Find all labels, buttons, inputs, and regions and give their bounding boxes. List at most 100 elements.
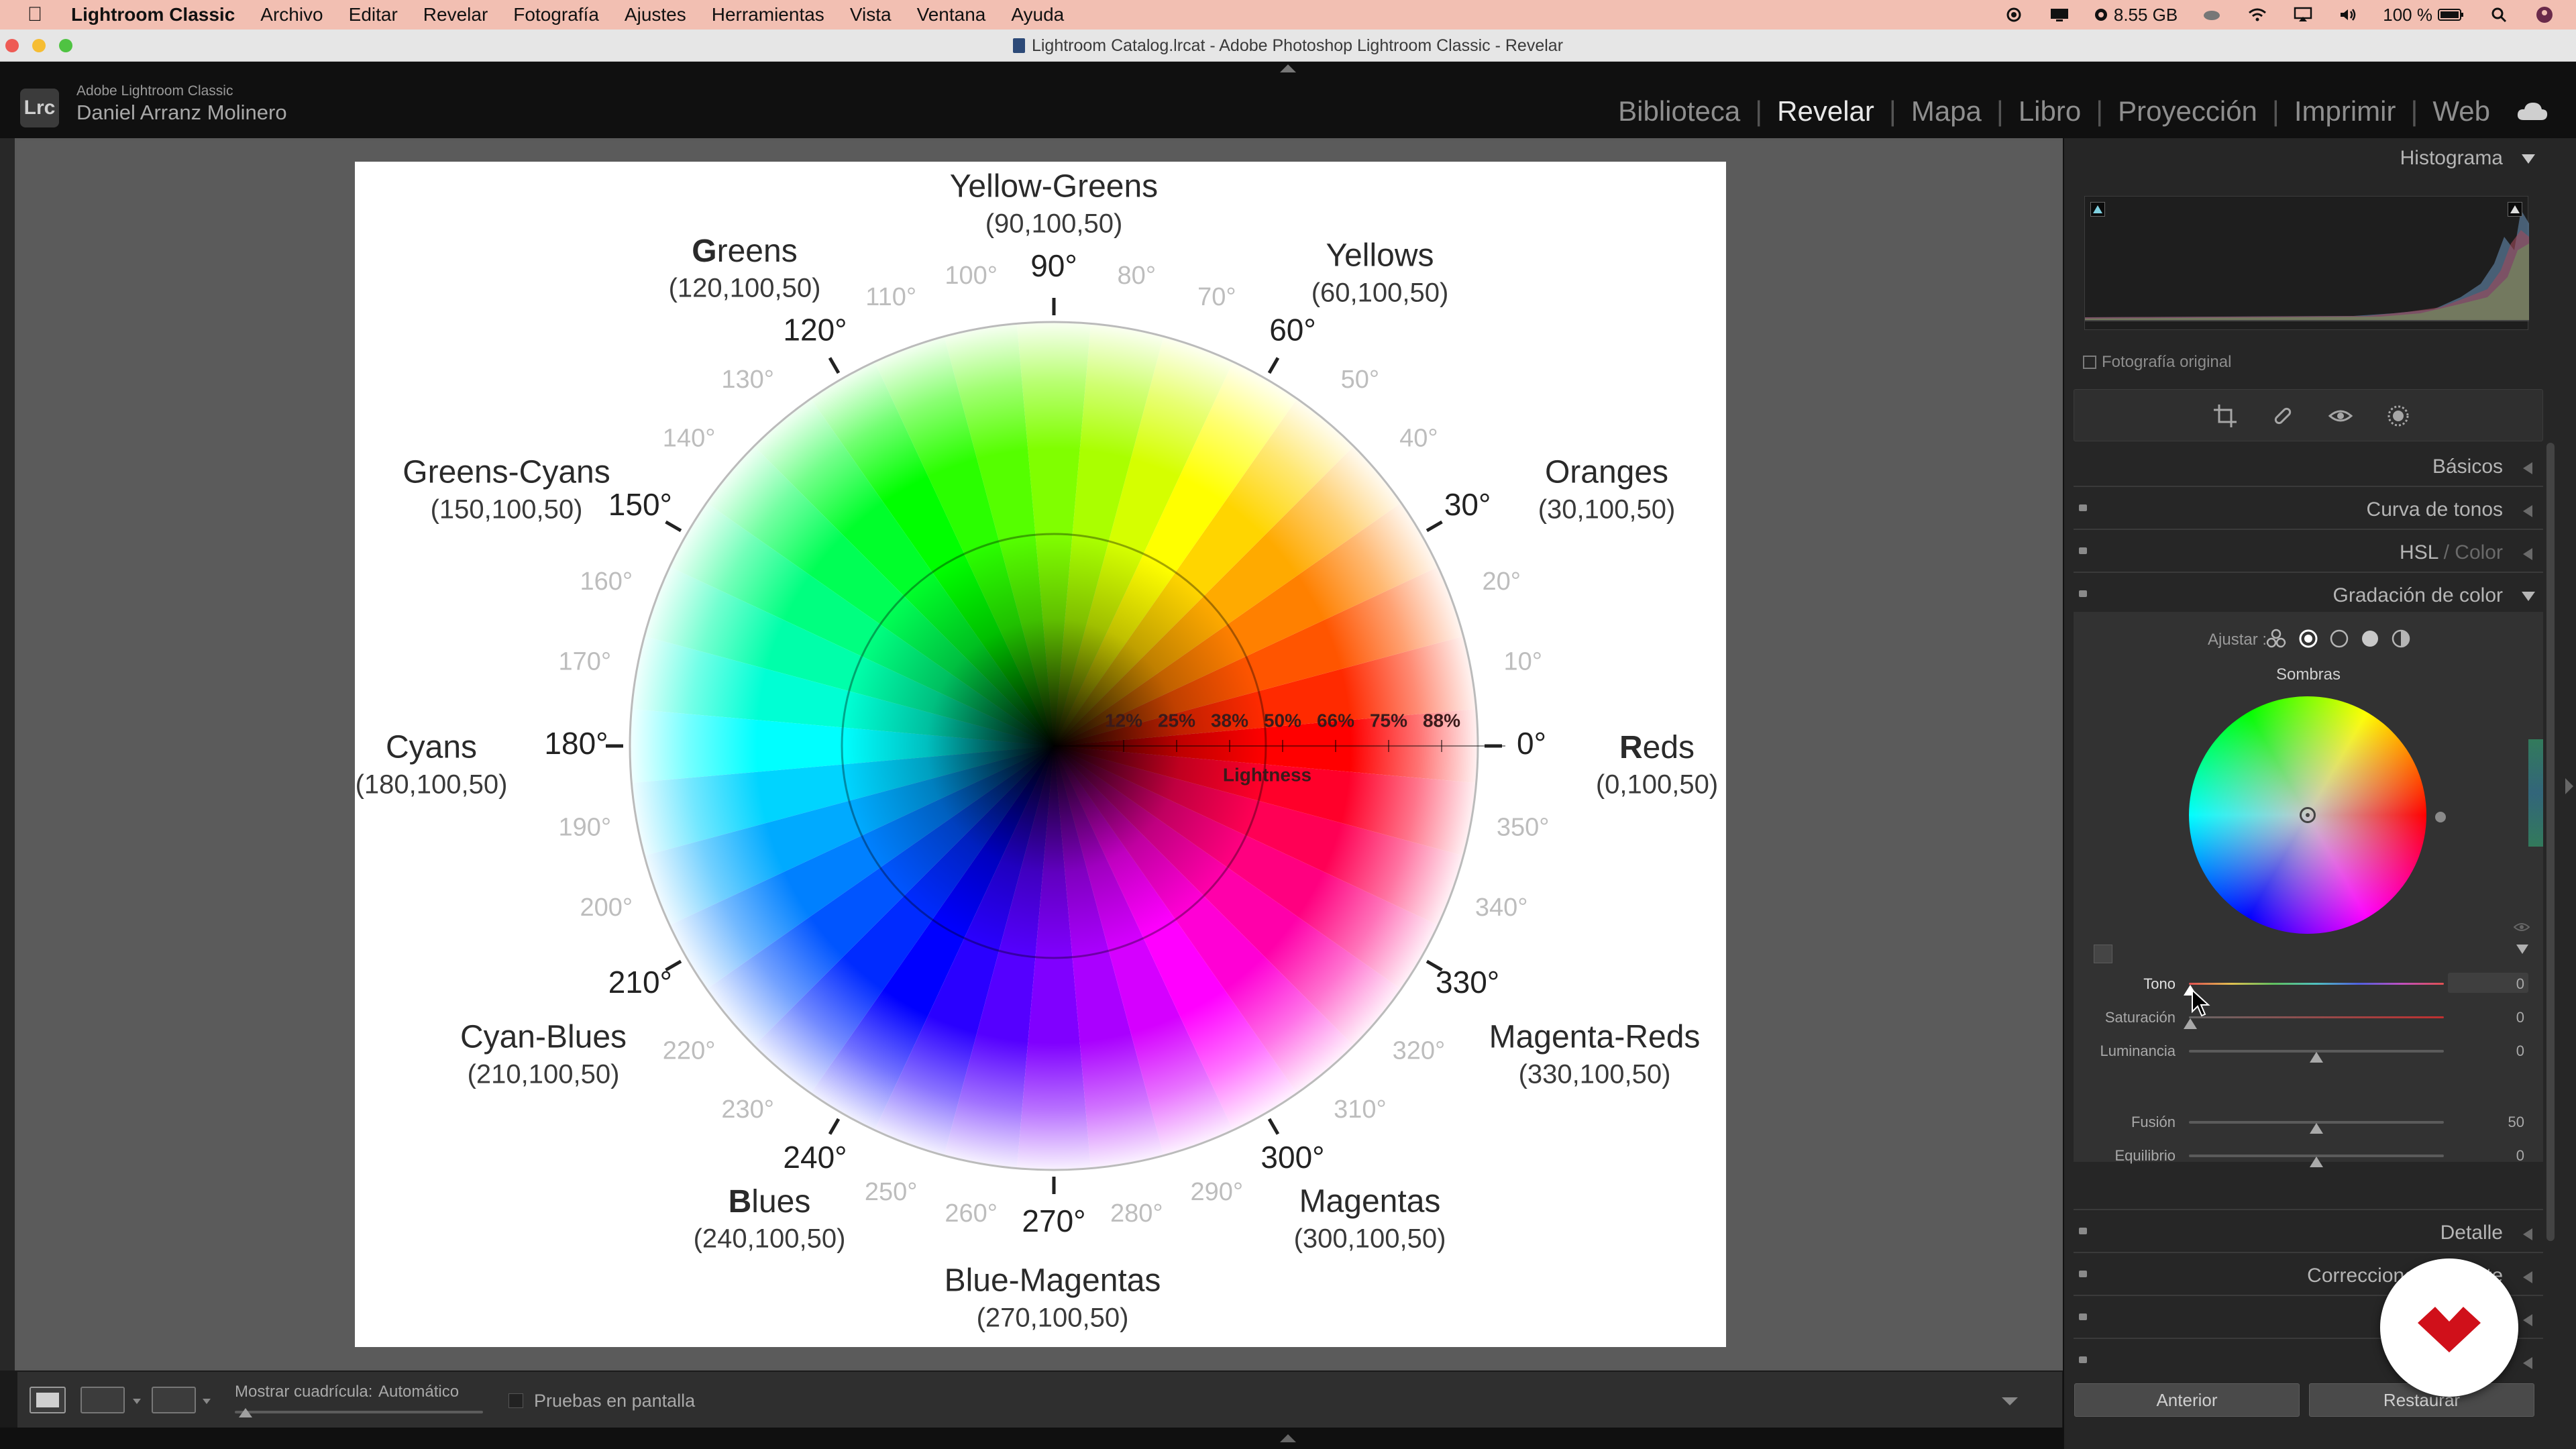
swap-dropdown-icon[interactable]: [203, 1399, 211, 1404]
original-photo-checkbox[interactable]: [2083, 356, 2096, 369]
previous-button[interactable]: Anterior: [2074, 1383, 2300, 1417]
left-panel-collapsed[interactable]: [0, 138, 15, 1371]
wheel-handle[interactable]: [2300, 807, 2316, 823]
major-degree-label: 300°: [1260, 1140, 1324, 1175]
curva-header[interactable]: Curva de tonos: [2074, 490, 2543, 530]
menu-ventana[interactable]: Ventana: [917, 4, 986, 25]
menu-vista[interactable]: Vista: [850, 4, 892, 25]
section-toggle-switch[interactable]: [2079, 1228, 2087, 1234]
hsl-code-label: (120,100,50): [669, 274, 821, 303]
balance-slider-thumb[interactable]: [2310, 1157, 2323, 1167]
airplay-icon[interactable]: [2292, 6, 2314, 23]
histogram[interactable]: [2084, 196, 2529, 330]
expand-filmstrip-icon[interactable]: [1280, 1434, 1296, 1442]
collapse-top-panel-icon[interactable]: [1280, 64, 1296, 72]
module-biblioteca[interactable]: Biblioteca: [1603, 95, 1755, 127]
three-way-icon[interactable]: [2265, 628, 2287, 649]
collapse-right-panel-icon[interactable]: [2565, 778, 2573, 794]
module-web[interactable]: Web: [2418, 95, 2505, 127]
major-tick: [828, 357, 841, 374]
slider-label: Tono: [2143, 975, 2176, 992]
section-toggle-switch[interactable]: [2079, 547, 2087, 554]
toolbar-menu-icon[interactable]: [2002, 1397, 2018, 1405]
shadows-wheel-icon[interactable]: [2298, 628, 2319, 649]
creative-cloud-icon[interactable]: [2002, 6, 2025, 23]
grid-opacity-slider[interactable]: [235, 1411, 483, 1413]
detalle-header[interactable]: Detalle: [2074, 1213, 2543, 1253]
global-wheel-icon[interactable]: [2390, 628, 2412, 649]
section-toggle-switch[interactable]: [2079, 590, 2087, 597]
module-proyeccion[interactable]: Proyección: [2103, 95, 2272, 127]
basicos-header[interactable]: Básicos: [2074, 447, 2543, 487]
wheel-luminance-knob[interactable]: [2435, 812, 2446, 822]
identity-plate[interactable]: Adobe Lightroom Classic Daniel Arranz Mo…: [76, 83, 287, 125]
section-divider: [2074, 1209, 2543, 1210]
menu-revelar[interactable]: Revelar: [423, 4, 488, 25]
blending-slider-thumb[interactable]: [2310, 1123, 2323, 1134]
menu-ajustes[interactable]: Ajustes: [625, 4, 686, 25]
masking-icon[interactable]: [2385, 403, 2411, 429]
menu-fotografia[interactable]: Fotografía: [513, 4, 599, 25]
module-mapa[interactable]: Mapa: [1896, 95, 1996, 127]
red-eye-icon[interactable]: [2328, 403, 2353, 429]
section-toggle-switch[interactable]: [2079, 504, 2087, 511]
soft-proof-checkbox[interactable]: [508, 1393, 523, 1408]
menu-editar[interactable]: Editar: [349, 4, 398, 25]
battery-indicator[interactable]: 100 %: [2383, 5, 2465, 25]
module-libro[interactable]: Libro: [2004, 95, 2096, 127]
apple-icon[interactable]: : [20, 3, 50, 26]
search-icon[interactable]: [2487, 6, 2510, 23]
grid-value[interactable]: Automático: [378, 1383, 459, 1401]
menu-app-name[interactable]: Lightroom Classic: [71, 4, 235, 25]
highlights-wheel-icon[interactable]: [2359, 628, 2381, 649]
menu-herramientas[interactable]: Herramientas: [712, 4, 824, 25]
user-avatar-icon[interactable]: [2533, 6, 2556, 23]
display-icon[interactable]: [2048, 6, 2071, 23]
memory-indicator[interactable]: 8.55 GB: [2094, 5, 2178, 25]
minor-degree-label: 250°: [865, 1178, 918, 1206]
cloud-sync-icon[interactable]: [2200, 6, 2223, 23]
expand-sliders-icon[interactable]: [2516, 945, 2528, 954]
crop-icon[interactable]: [2212, 403, 2238, 429]
module-separator: |: [2096, 95, 2104, 127]
hsl-code-label: (30,100,50): [1538, 495, 1676, 525]
histogram-header[interactable]: Histograma: [2074, 138, 2543, 178]
grid-label: Mostrar cuadrícula:: [235, 1383, 373, 1401]
midtones-wheel-icon[interactable]: [2328, 628, 2350, 649]
before-after-swap-button[interactable]: [152, 1387, 196, 1413]
loupe-view-button[interactable]: [30, 1387, 66, 1413]
module-imprimir[interactable]: Imprimir: [2279, 95, 2411, 127]
menu-archivo[interactable]: Archivo: [260, 4, 323, 25]
section-toggle-switch[interactable]: [2079, 1356, 2087, 1363]
hsl-header[interactable]: HSL / Color: [2074, 533, 2543, 573]
saturation-slider-thumb[interactable]: [2184, 1018, 2197, 1029]
menu-ayuda[interactable]: Ayuda: [1011, 4, 1064, 25]
section-toggle-switch[interactable]: [2079, 1313, 2087, 1320]
color-swatch[interactable]: [2094, 945, 2112, 963]
grid-opacity-thumb[interactable]: [239, 1408, 252, 1417]
photo-canvas[interactable]: 0° 30° 60° 90° 120° 150° 180° 210° 240° 270° 300° 3…: [355, 162, 1726, 1347]
saturation-slider-track[interactable]: [2189, 1016, 2444, 1018]
section-toggle-switch[interactable]: [2079, 1271, 2087, 1277]
shadow-clipping-toggle[interactable]: [2090, 202, 2105, 217]
hue-slider-track[interactable]: [2189, 983, 2444, 985]
minor-degree-label: 290°: [1191, 1178, 1244, 1206]
gradacion-header[interactable]: Gradación de color: [2074, 576, 2543, 616]
before-after-button[interactable]: [80, 1387, 125, 1413]
memory-icon: [2094, 9, 2107, 21]
luminance-slider-thumb[interactable]: [2310, 1052, 2323, 1063]
wifi-icon[interactable]: [2246, 6, 2269, 23]
before-after-dropdown-icon[interactable]: [133, 1399, 141, 1404]
status-area: 8.55 GB 100 %: [2002, 0, 2556, 30]
highlight-clipping-toggle[interactable]: [2508, 202, 2522, 217]
cloud-icon[interactable]: [2516, 100, 2549, 123]
lightness-tick-label: 12%: [1105, 710, 1142, 731]
minor-degree-label: 50°: [1341, 366, 1379, 394]
minor-degree-label: 140°: [663, 425, 716, 453]
right-panel-scrollbar[interactable]: [2546, 443, 2555, 1241]
heal-brush-icon[interactable]: [2270, 403, 2296, 429]
original-photo-toggle[interactable]: Fotografía original: [2083, 353, 2231, 372]
eye-icon[interactable]: [2514, 922, 2530, 932]
module-revelar[interactable]: Revelar: [1762, 95, 1889, 127]
volume-icon[interactable]: [2337, 6, 2360, 23]
